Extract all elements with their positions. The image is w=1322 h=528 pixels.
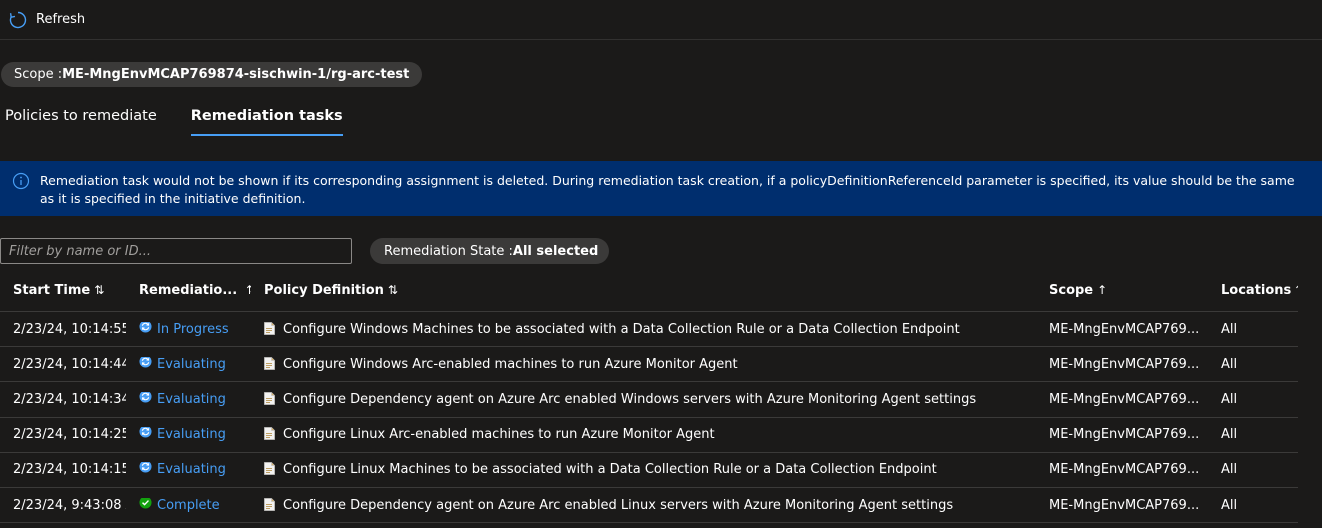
locations-cell: All bbox=[1221, 391, 1238, 407]
locations-cell: All bbox=[1221, 427, 1238, 443]
remediation-status-link[interactable]: Evaluating bbox=[157, 462, 226, 477]
table-row[interactable]: 2/23/24, 9:43:08 A Complete Configure Depe… bbox=[0, 488, 1298, 524]
table-row[interactable]: 2/23/24, 10:14:55 In Progress Configure Wi… bbox=[0, 312, 1298, 348]
remediation-state-cell: Evaluating bbox=[126, 356, 251, 372]
remediation-state-cell: Complete bbox=[126, 497, 251, 513]
sync-icon bbox=[139, 462, 152, 473]
remediation-state-cell: Evaluating bbox=[126, 462, 251, 477]
column-label: Start Time bbox=[13, 283, 91, 298]
column-label: Scope bbox=[1049, 283, 1094, 298]
start-time-cell: 2/23/24, 10:14:55 bbox=[13, 321, 126, 337]
policy-definition-cell: Configure Windows Machines to be associa… bbox=[251, 322, 1036, 337]
sync-icon bbox=[139, 427, 152, 438]
policy-definition-name: Configure Dependency agent on Azure Arc … bbox=[283, 391, 977, 407]
sort-icon: ⇅ bbox=[1295, 283, 1298, 297]
state-filter-label: Remediation State : bbox=[384, 243, 513, 259]
sync-icon bbox=[139, 356, 152, 368]
remediation-status-link[interactable]: In Progress bbox=[157, 322, 229, 337]
remediation-state-cell: Evaluating bbox=[126, 427, 251, 442]
table-row[interactable]: 2/23/24, 10:14:44 Evaluating Configure Win… bbox=[0, 347, 1298, 383]
start-time-cell: 2/23/24, 10:14:15 bbox=[13, 462, 126, 478]
scope-value: ME-MngEnvMCAP769874-sischwin-1/rg-arc-te… bbox=[62, 67, 410, 82]
sort-icon: ⇅ bbox=[387, 283, 398, 297]
state-filter-value: All selected bbox=[512, 243, 599, 259]
table-row[interactable]: 2/23/24, 10:14:34 Evaluating Configure Dep… bbox=[0, 382, 1298, 418]
sync-icon bbox=[139, 391, 152, 403]
scope-pill[interactable]: Scope : ME-MngEnvMCAP769874-sischwin-1/r… bbox=[1, 62, 423, 87]
policy-definition-cell: Configure Linux Arc-enabled machines to … bbox=[251, 427, 1036, 442]
refresh-icon bbox=[9, 11, 27, 28]
remediation-status-link[interactable]: Complete bbox=[157, 498, 220, 513]
start-time-cell: 2/23/24, 10:14:34 bbox=[13, 391, 126, 407]
scope-cell: ME-MngEnvMCAP769... bbox=[1049, 391, 1200, 407]
info-icon bbox=[12, 172, 30, 190]
check-circle-icon bbox=[139, 497, 152, 509]
start-time-cell: 2/23/24, 10:14:25 bbox=[13, 427, 126, 443]
start-time-cell: 2/23/24, 10:14:44 bbox=[13, 356, 126, 372]
policy-definition-name: Configure Linux Machines to be associate… bbox=[283, 462, 937, 478]
remediation-state-filter[interactable]: Remediation State : All selected bbox=[370, 238, 610, 264]
policy-definition-cell: Configure Dependency agent on Azure Arc … bbox=[251, 498, 1036, 513]
sync-icon bbox=[139, 321, 152, 333]
column-header-scope[interactable]: Scope ↑ bbox=[1036, 283, 1208, 298]
locations-cell: All bbox=[1221, 356, 1238, 372]
policy-definition-name: Configure Dependency agent on Azure Arc … bbox=[283, 497, 954, 513]
tab-policies-to-remediate[interactable]: Policies to remediate bbox=[5, 108, 157, 136]
remediation-status-link[interactable]: Evaluating bbox=[157, 427, 226, 442]
scope-cell: ME-MngEnvMCAP769... bbox=[1049, 356, 1200, 372]
scope-label: Scope : bbox=[14, 67, 63, 82]
column-label: Remediatio... bbox=[139, 283, 238, 298]
policy-document-icon bbox=[264, 462, 275, 476]
policy-document-icon bbox=[264, 321, 275, 335]
remediation-status-link[interactable]: Evaluating bbox=[157, 392, 226, 407]
policy-document-icon bbox=[264, 356, 275, 370]
scope-cell: ME-MngEnvMCAP769... bbox=[1049, 427, 1200, 443]
policy-document-icon bbox=[264, 392, 275, 405]
scope-cell: ME-MngEnvMCAP769... bbox=[1049, 497, 1200, 513]
column-label: Locations bbox=[1221, 283, 1292, 298]
scope-cell: ME-MngEnvMCAP769... bbox=[1049, 321, 1200, 337]
refresh-button[interactable]: Refresh bbox=[8, 10, 85, 30]
remediation-tasks-grid: Start Time⇅ Remediatio...⇅ Policy Defini… bbox=[0, 270, 1298, 524]
grid-header: Start Time⇅ Remediatio...⇅ Policy Defini… bbox=[0, 270, 1298, 312]
sort-up-icon: ↑ bbox=[1097, 283, 1108, 297]
column-header-policy-definition[interactable]: Policy Definition ⇅ bbox=[251, 283, 1036, 298]
column-header-remediation-state[interactable]: Remediatio...⇅ bbox=[126, 283, 251, 298]
remediation-status-link[interactable]: Evaluating bbox=[157, 357, 226, 372]
policy-definition-cell: Configure Windows Arc-enabled machines t… bbox=[251, 357, 1036, 372]
sort-icon: ⇅ bbox=[94, 283, 105, 297]
command-bar: Refresh bbox=[0, 0, 1322, 40]
column-header-locations[interactable]: Locations⇅ bbox=[1208, 283, 1298, 298]
tab-list: Policies to remediate Remediation tasks bbox=[5, 108, 343, 136]
start-time-cell: 2/23/24, 9:43:08 A bbox=[13, 497, 126, 513]
column-label: Policy Definition bbox=[264, 283, 384, 298]
remediation-state-cell: Evaluating bbox=[126, 391, 251, 407]
column-header-start-time[interactable]: Start Time ⇅ bbox=[0, 283, 126, 298]
policy-document-icon bbox=[264, 497, 275, 511]
table-row[interactable]: 2/23/24, 10:14:25 Evaluating Configure Lin… bbox=[0, 418, 1298, 453]
policy-definition-name: Configure Windows Arc-enabled machines t… bbox=[283, 356, 738, 372]
policy-definition-cell: Configure Linux Machines to be associate… bbox=[251, 462, 1036, 477]
info-text: Remediation task would not be shown if i… bbox=[40, 173, 1295, 206]
policy-definition-cell: Configure Dependency agent on Azure Arc … bbox=[251, 392, 1036, 407]
locations-cell: All bbox=[1221, 497, 1238, 513]
info-banner: Remediation task would not be shown if i… bbox=[0, 161, 1322, 216]
table-row[interactable]: 2/23/24, 10:14:15 Evaluating Configure Lin… bbox=[0, 453, 1298, 488]
locations-cell: All bbox=[1221, 462, 1238, 478]
tab-remediation-tasks[interactable]: Remediation tasks bbox=[190, 108, 343, 136]
grid-body: 2/23/24, 10:14:55 In Progress Configure Wi… bbox=[0, 312, 1298, 524]
locations-cell: All bbox=[1221, 321, 1238, 337]
remediation-state-cell: In Progress bbox=[126, 321, 251, 337]
policy-definition-name: Configure Linux Arc-enabled machines to … bbox=[283, 427, 715, 443]
refresh-label: Refresh bbox=[36, 12, 86, 27]
policy-definition-name: Configure Windows Machines to be associa… bbox=[283, 321, 960, 337]
policy-document-icon bbox=[264, 427, 275, 441]
scope-cell: ME-MngEnvMCAP769... bbox=[1049, 462, 1200, 478]
filter-input[interactable] bbox=[0, 238, 352, 264]
